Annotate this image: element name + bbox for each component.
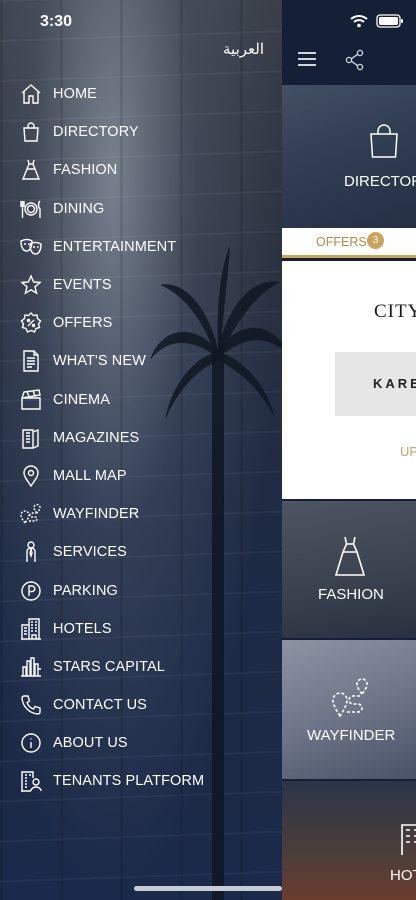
menu-item-offers[interactable]: OFFERS [0,304,282,342]
menu-item-stars-capital[interactable]: STARS CAPITAL [0,648,282,686]
menu-item-label: DIRECTORY [53,124,139,141]
home-icon [17,80,45,108]
hotels-tile-label: HOTE [390,867,416,884]
menu-item-label: ABOUT US [53,735,128,752]
wayfinder-tile[interactable]: WAYFINDER [282,640,416,779]
menu-item-label: CINEMA [53,391,110,408]
main-content: DIRECTORY OFFERS 3 CITY KAREN UP FASHION… [282,0,416,900]
phone-icon [17,691,45,719]
menu-item-label: FASHION [53,162,118,179]
wifi-icon [350,15,368,28]
shopping-bag-icon [370,124,398,158]
promo-button-text: KAREN [373,376,416,391]
menu-item-about-us[interactable]: ABOUT US [0,724,282,762]
menu-item-label: HOTELS [53,620,112,637]
language-toggle[interactable]: العربية [223,40,264,58]
directory-tile-label: DIRECTORY [344,173,416,190]
menu-item-tenants-platform[interactable]: TENANTS PLATFORM [0,762,282,800]
fashion-tile-label: FASHION [318,586,384,603]
promo-banner[interactable]: CITY KAREN UP [282,261,416,499]
dress-icon [334,536,366,576]
menu-item-fashion[interactable]: FASHION [0,151,282,189]
discount-badge-icon [17,309,45,337]
menu-item-entertainment[interactable]: ENTERTAINMENT [0,228,282,266]
menu-item-label: ENTERTAINMENT [53,238,177,255]
route-icon [332,678,368,718]
status-icons [350,14,404,28]
menu-item-label: WHAT'S NEW [53,353,146,370]
menu-item-services[interactable]: SERVICES [0,533,282,571]
menu-item-label: MAGAZINES [53,429,140,446]
menu-item-whats-new[interactable]: WHAT'S NEW [0,342,282,380]
menu-item-mall-map[interactable]: MALL MAP [0,457,282,495]
offers-count-badge: 3 [367,232,384,249]
promo-button[interactable]: KAREN [335,352,416,416]
map-pin-icon [17,462,45,490]
menu-item-events[interactable]: EVENTS [0,266,282,304]
menu-item-wayfinder[interactable]: WAYFINDER [0,495,282,533]
menu-item-hotels[interactable]: HOTELS [0,610,282,648]
wayfinder-tile-label: WAYFINDER [307,727,396,744]
navigation-drawer: 3:30 العربية HOME DIRECTORY FASHION DINI… [0,0,282,900]
clapperboard-icon [17,386,45,414]
skyline-icon [17,653,45,681]
top-bar [282,40,416,82]
menu-item-cinema[interactable]: CINEMA [0,381,282,419]
star-icon [17,271,45,299]
menu-item-dining[interactable]: DINING [0,190,282,228]
person-icon [17,538,45,566]
hamburger-menu-icon[interactable] [298,52,316,66]
offers-label: OFFERS [316,235,367,249]
menu-item-label: OFFERS [53,315,113,332]
fashion-tile[interactable]: FASHION [282,501,416,638]
promo-brand: CITY [374,301,416,322]
shopping-bag-icon [17,118,45,146]
menu-item-contact-us[interactable]: CONTACT US [0,686,282,724]
home-indicator[interactable] [134,886,282,891]
hotel-building-icon [401,824,416,855]
info-icon [17,729,45,757]
directory-tile[interactable]: DIRECTORY [282,85,416,228]
menu-item-label: EVENTS [53,277,112,294]
menu-item-label: TENANTS PLATFORM [53,773,205,790]
promo-link[interactable]: UP [400,444,416,459]
battery-icon [376,14,403,28]
share-icon[interactable] [344,49,366,71]
route-icon [17,500,45,528]
menu-item-label: STARS CAPITAL [53,658,165,675]
menu-item-label: SERVICES [53,544,127,561]
tenants-icon [17,767,45,795]
hotel-building-icon [17,615,45,643]
theatre-masks-icon [17,233,45,261]
menu-item-label: DINING [53,200,105,217]
menu-item-magazines[interactable]: MAGAZINES [0,419,282,457]
plate-cutlery-icon [17,195,45,223]
magazine-icon [17,424,45,452]
menu-item-label: PARKING [53,582,118,599]
menu-item-label: WAYFINDER [53,506,140,523]
dress-icon [17,156,45,184]
document-icon [17,347,45,375]
menu-item-parking[interactable]: PARKING [0,571,282,609]
status-time: 3:30 [40,13,73,30]
hotels-tile[interactable]: HOTE [282,781,416,900]
menu-item-home[interactable]: HOME [0,75,282,113]
parking-icon [17,577,45,605]
menu-item-label: CONTACT US [53,697,147,714]
menu-item-label: HOME [53,86,97,103]
drawer-menu: HOME DIRECTORY FASHION DINING ENTERTAINM… [0,75,282,801]
offers-bar[interactable]: OFFERS 3 [282,228,416,258]
menu-item-label: MALL MAP [53,467,127,484]
menu-item-directory[interactable]: DIRECTORY [0,113,282,151]
